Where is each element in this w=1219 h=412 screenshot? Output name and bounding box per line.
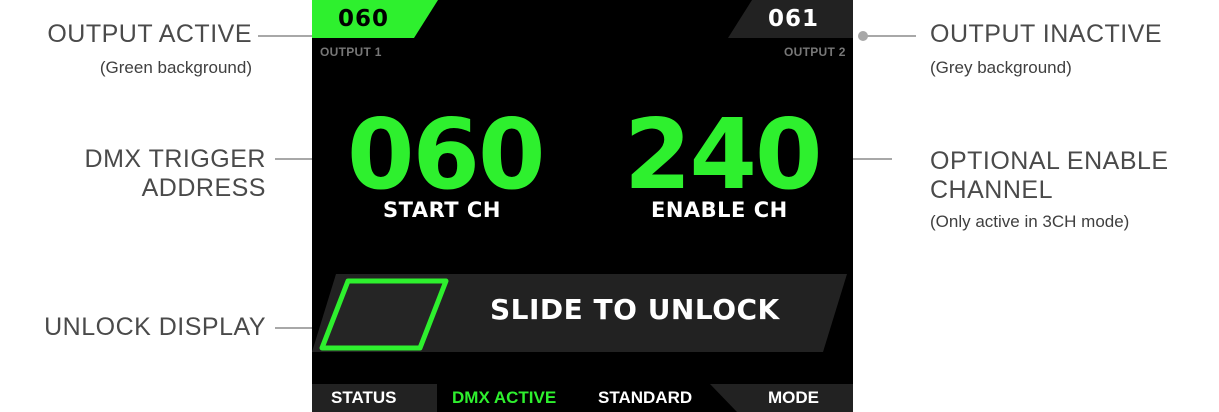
callout-dmx-trigger-line1: DMX TRIGGER: [84, 145, 266, 173]
start-channel-label: START CH: [383, 198, 501, 222]
start-channel-value: 060: [347, 98, 545, 211]
dmx-active-indicator: DMX ACTIVE: [452, 388, 557, 407]
output2-number: 061: [768, 6, 820, 32]
status-label: STATUS: [331, 388, 397, 407]
callout-output-active: OUTPUT ACTIVE (Green background): [0, 20, 252, 79]
output1-number: 060: [338, 6, 390, 32]
slide-to-unlock-label: SLIDE TO UNLOCK: [490, 293, 780, 326]
callout-output-inactive-title: OUTPUT INACTIVE: [930, 20, 1163, 48]
callout-output-active-note: (Green background): [99, 58, 252, 77]
device-screen: 060 OUTPUT 1 061 OUTPUT 2 060 START CH 2…: [312, 0, 853, 412]
callout-optional-enable-line2: CHANNEL: [930, 176, 1053, 204]
callout-line-output-inactive: [862, 35, 916, 37]
output1-label: OUTPUT 1: [320, 45, 382, 59]
enable-channel-label: ENABLE CH: [651, 198, 788, 222]
callout-output-active-title: OUTPUT ACTIVE: [47, 20, 252, 48]
enable-channel-value: 240: [624, 98, 822, 211]
callout-dmx-trigger: DMX TRIGGER ADDRESS: [0, 145, 266, 203]
callout-optional-enable-line1: OPTIONAL ENABLE: [930, 147, 1169, 175]
callout-optional-enable-note: (Only active in 3CH mode): [930, 212, 1130, 231]
mode-button[interactable]: MODE: [768, 388, 819, 408]
callout-output-inactive-note: (Grey background): [930, 58, 1072, 77]
output2-label: OUTPUT 2: [784, 45, 846, 59]
callout-unlock-display: UNLOCK DISPLAY: [0, 313, 266, 342]
callout-unlock-display-title: UNLOCK DISPLAY: [44, 313, 266, 341]
callout-optional-enable: OPTIONAL ENABLE CHANNEL (Only active in …: [930, 147, 1215, 233]
standard-mode-value: STANDARD: [598, 388, 693, 407]
callout-dmx-trigger-line2: ADDRESS: [141, 174, 266, 202]
callout-output-inactive: OUTPUT INACTIVE (Grey background): [930, 20, 1210, 79]
